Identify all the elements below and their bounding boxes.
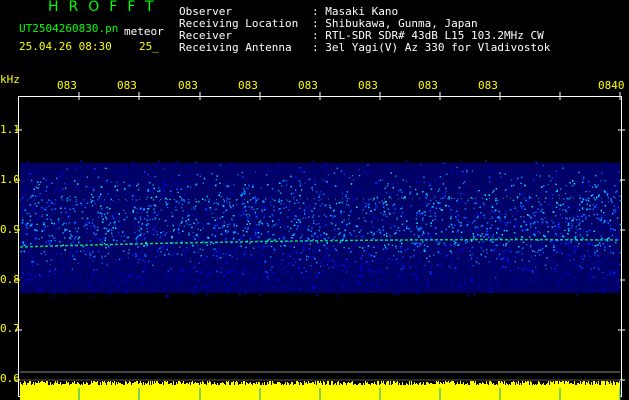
time-tick-label: 083 (117, 79, 137, 92)
index-label: 25_ (139, 40, 159, 53)
y-tick-label: 0.6 (0, 372, 20, 385)
antenna-value: : 3el Yagi(V) Az 330 for Vladivostok (312, 41, 551, 54)
mode-label: meteor (124, 25, 164, 38)
y-tick-label: 0.8 (0, 273, 20, 286)
spectrogram (15, 92, 625, 400)
y-tick-label: 1.0 (0, 173, 20, 186)
y-tick-label: 0.9 (0, 223, 20, 236)
time-tick-label: 083 (57, 79, 77, 92)
datetime-label: 25.04.26 08:30 (19, 40, 112, 53)
signal-level-bar (20, 381, 621, 400)
antenna-label: Receiving Antenna (179, 41, 292, 54)
file-name: UT2504260830.pn (19, 22, 119, 35)
time-tick-label: 083 (298, 79, 318, 92)
time-tick-label: 0840 (598, 79, 625, 92)
y-tick-label: 1.1 (0, 123, 20, 136)
time-tick-label: 083 (358, 79, 378, 92)
y-tick-label: 0.7 (0, 322, 20, 335)
app-title: HROFFT (48, 0, 164, 15)
y-unit-label: kHz (0, 73, 20, 86)
time-tick-label: 083 (238, 79, 258, 92)
time-tick-label: 083 (418, 79, 438, 92)
time-tick-label: 083 (478, 79, 498, 92)
time-tick-label: 083 (178, 79, 198, 92)
